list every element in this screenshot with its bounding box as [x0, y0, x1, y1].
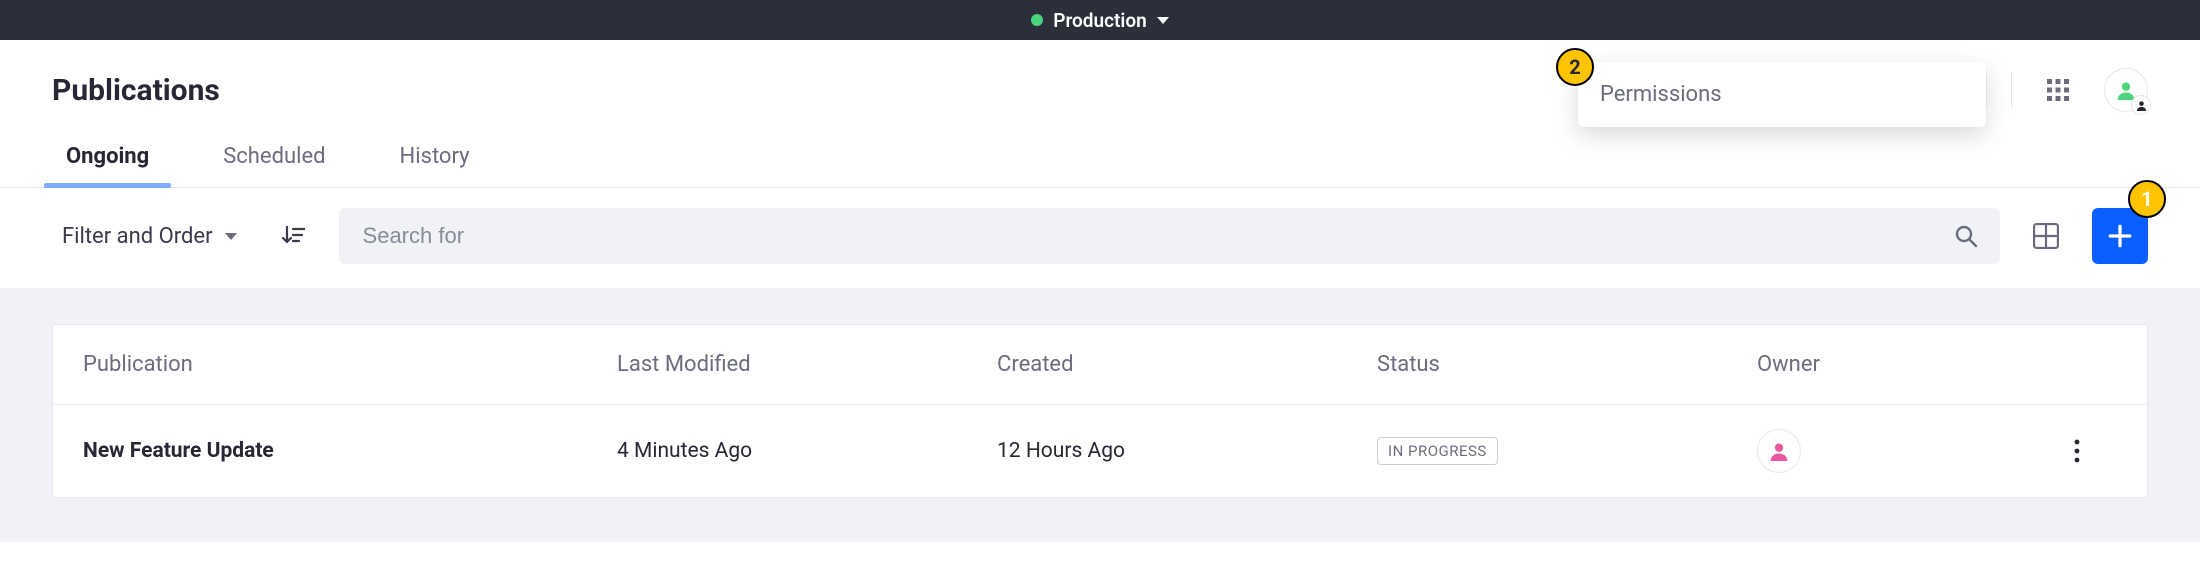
search-icon	[1954, 224, 1978, 248]
avatar-role-badge	[2131, 95, 2151, 115]
tabs-bar: Ongoing Scheduled History	[0, 130, 2200, 188]
cell-owner	[1757, 429, 2037, 473]
owner-avatar[interactable]	[1757, 429, 1801, 473]
user-avatar[interactable]	[2104, 68, 2148, 112]
col-owner: Owner	[1757, 352, 2037, 377]
search-input[interactable]	[361, 222, 1938, 250]
plus-icon	[2107, 223, 2133, 249]
sort-icon	[281, 224, 305, 248]
cell-last-modified: 4 Minutes Ago	[617, 439, 997, 463]
person-icon	[1769, 441, 1789, 461]
col-publication: Publication	[83, 352, 617, 377]
view-grid-button[interactable]	[2024, 214, 2068, 258]
row-kebab-button[interactable]	[2055, 429, 2099, 473]
environment-label: Production	[1053, 9, 1146, 32]
tab-history[interactable]: History	[386, 130, 484, 187]
add-button[interactable]: 1	[2092, 208, 2148, 264]
grid-view-icon	[2033, 223, 2059, 249]
table-header-row: Publication Last Modified Created Status…	[53, 325, 2147, 405]
dropdown-item-permissions[interactable]: Permissions	[1600, 82, 1964, 107]
environment-bar[interactable]: Production	[0, 0, 2200, 40]
table-row[interactable]: New Feature Update 4 Minutes Ago 12 Hour…	[53, 405, 2147, 497]
chevron-down-icon	[1157, 17, 1169, 24]
callout-badge-2: 2	[1556, 48, 1594, 86]
cell-created: 12 Hours Ago	[997, 439, 1377, 463]
divider	[2011, 72, 2012, 108]
status-dot-icon	[1031, 14, 1043, 26]
page-title: Publications	[52, 73, 220, 108]
col-created: Created	[997, 352, 1377, 377]
callout-badge-1: 1	[2128, 180, 2166, 218]
filter-and-order-dropdown[interactable]: Filter and Order	[52, 216, 247, 257]
toolbar: Filter and Order 1	[0, 188, 2200, 288]
col-last-modified: Last Modified	[617, 352, 997, 377]
content-area: Publication Last Modified Created Status…	[0, 288, 2200, 542]
cell-publication-name: New Feature Update	[83, 439, 617, 463]
page-header: Publications	[0, 40, 2200, 130]
person-small-icon	[2136, 100, 2147, 111]
sort-button[interactable]	[271, 214, 315, 258]
tab-scheduled[interactable]: Scheduled	[209, 130, 339, 187]
apps-grid-icon	[2046, 78, 2070, 102]
kebab-icon	[2074, 439, 2080, 463]
cell-actions	[2037, 429, 2117, 473]
apps-grid-button[interactable]	[2036, 68, 2080, 112]
col-status: Status	[1377, 352, 1757, 377]
search-field[interactable]	[339, 208, 2000, 264]
publications-table: Publication Last Modified Created Status…	[52, 324, 2148, 498]
tab-ongoing[interactable]: Ongoing	[52, 130, 163, 187]
status-badge: IN PROGRESS	[1377, 437, 1498, 465]
chevron-down-icon	[225, 233, 237, 240]
cell-status: IN PROGRESS	[1377, 437, 1757, 465]
filter-order-label: Filter and Order	[62, 224, 213, 249]
header-dropdown: Permissions 2	[1578, 62, 1986, 127]
